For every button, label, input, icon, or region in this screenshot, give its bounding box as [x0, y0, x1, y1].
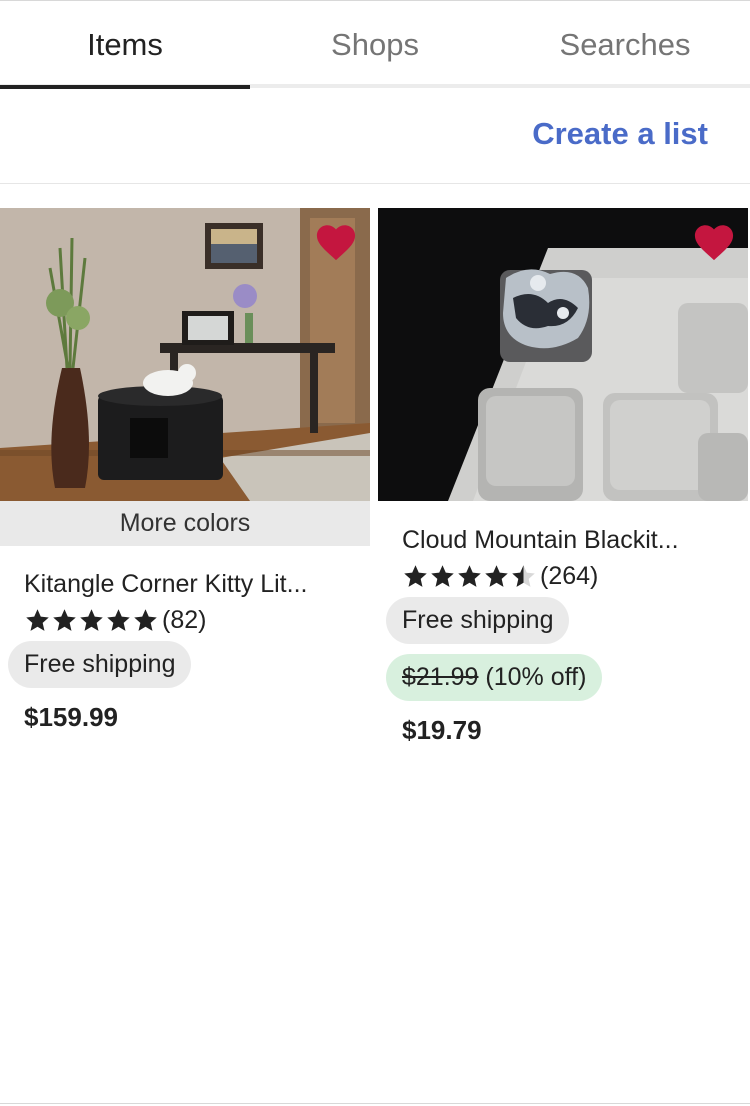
star-icon	[53, 609, 76, 631]
review-count: (264)	[540, 562, 599, 590]
product-info: Kitangle Corner Kitty Lit... (82) Free s…	[0, 546, 370, 733]
product-price: $19.79	[402, 715, 482, 745]
product-price: $159.99	[24, 702, 118, 732]
tab-searches[interactable]: Searches	[500, 1, 750, 88]
product-info: Cloud Mountain Blackit... (264) Free shi…	[378, 501, 748, 746]
more-colors-badge: More colors	[0, 501, 370, 546]
star-icon	[107, 609, 130, 631]
product-title[interactable]: Cloud Mountain Blackit...	[402, 526, 748, 555]
product-card[interactable]: Cloud Mountain Blackit... (264) Free shi…	[378, 208, 748, 746]
free-shipping-badge: Free shipping	[386, 597, 570, 644]
product-rating: (82)	[24, 606, 370, 635]
discount-badge: $21.99 (10% off)	[386, 654, 603, 701]
favorite-heart-icon[interactable]	[314, 222, 358, 262]
original-price: $21.99	[402, 663, 479, 691]
discount-percent: (10% off)	[485, 663, 587, 691]
create-list-link[interactable]: Create a list	[532, 116, 708, 152]
favorite-heart-icon[interactable]	[692, 222, 736, 262]
product-card[interactable]: More colors Kitangle Corner Kitty Lit...…	[0, 208, 370, 733]
tab-items[interactable]: Items	[0, 1, 250, 88]
review-count: (82)	[162, 606, 207, 634]
star-icon	[26, 609, 49, 631]
star-icon	[431, 565, 454, 587]
star-icon	[134, 609, 157, 631]
list-actions-bar: Create a list	[0, 92, 750, 184]
star-rating	[402, 563, 537, 590]
product-image[interactable]	[378, 208, 748, 501]
active-tab-indicator	[0, 85, 250, 89]
free-shipping-badge: Free shipping	[8, 641, 192, 688]
bottom-divider	[0, 1103, 750, 1104]
star-half-icon	[512, 565, 535, 587]
star-rating	[24, 607, 159, 634]
star-icon	[80, 609, 103, 631]
tab-bar: Items Shops Searches	[0, 1, 750, 89]
product-rating: (264)	[402, 562, 748, 591]
star-icon	[458, 565, 481, 587]
product-image[interactable]	[0, 208, 370, 501]
star-icon	[485, 565, 508, 587]
product-title[interactable]: Kitangle Corner Kitty Lit...	[24, 570, 370, 599]
star-icon	[404, 565, 427, 587]
tab-shops[interactable]: Shops	[250, 1, 500, 88]
